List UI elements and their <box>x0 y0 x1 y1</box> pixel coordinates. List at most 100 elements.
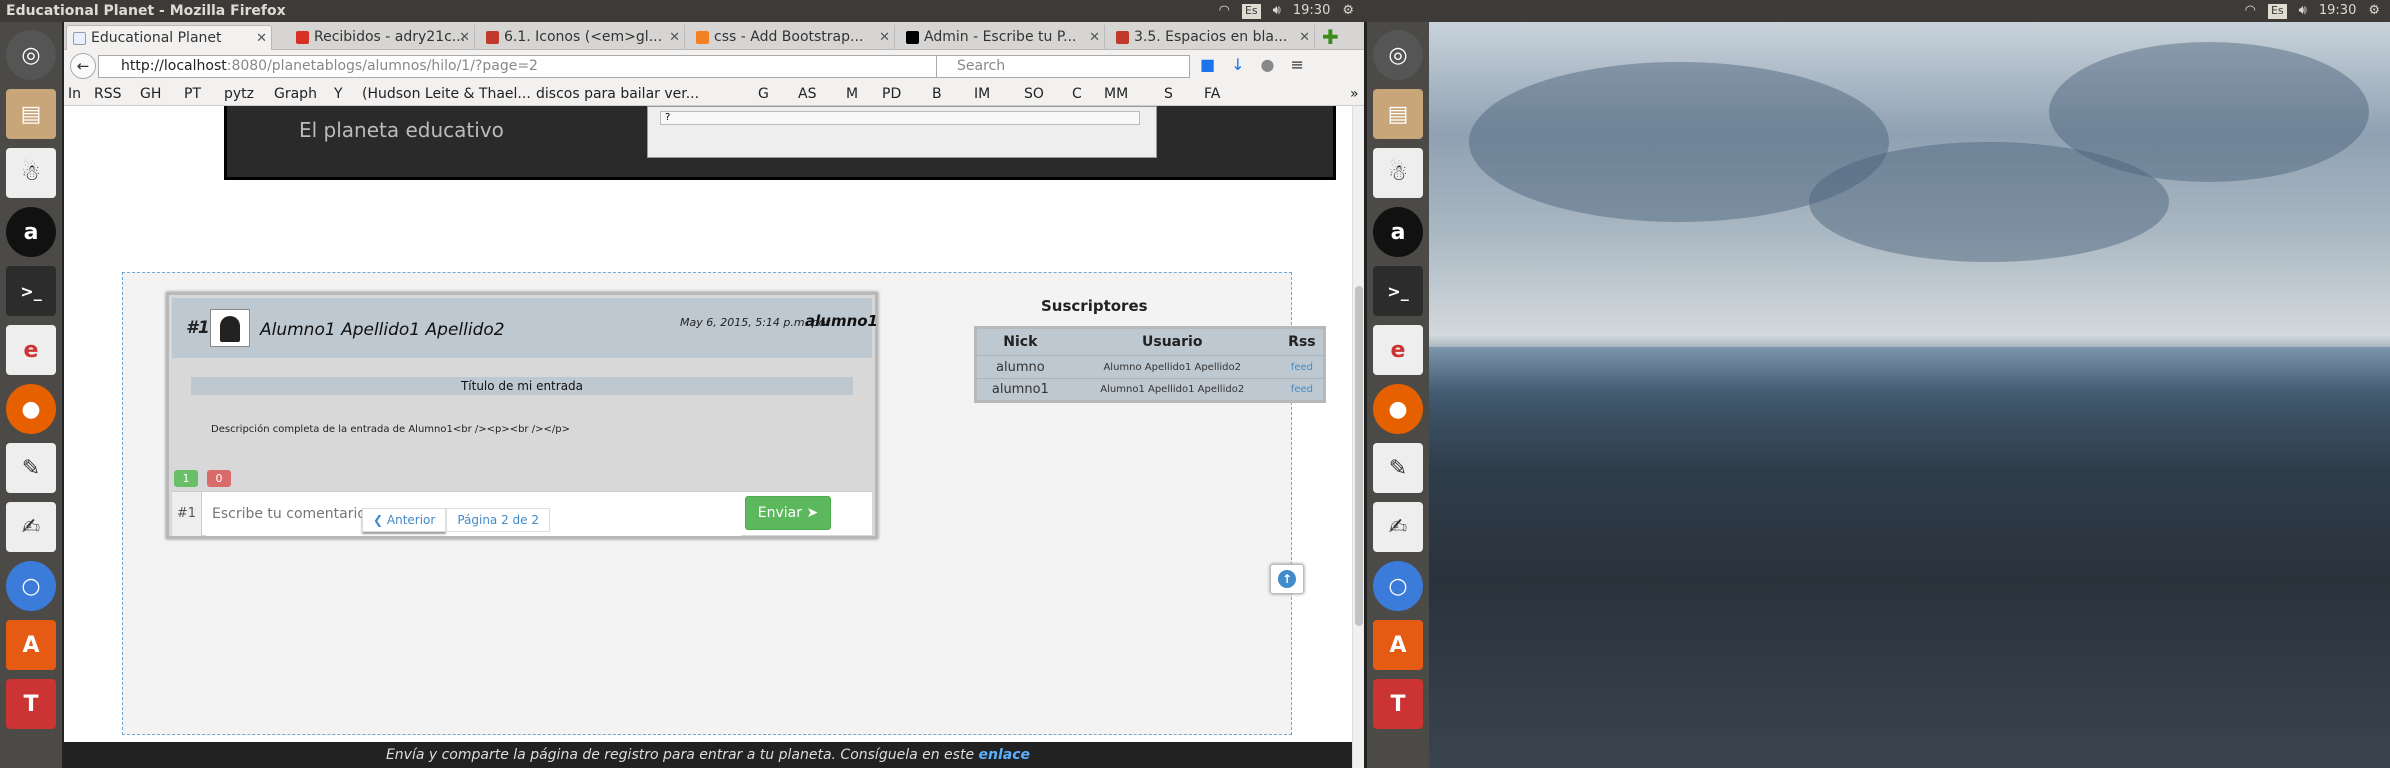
volume-icon[interactable]: 🔊︎ <box>1273 0 1281 22</box>
notes-icon[interactable]: ✍ <box>1373 502 1423 552</box>
ubuntu-dash-icon[interactable]: ◎ <box>6 30 56 80</box>
firefox-icon[interactable]: ● <box>1373 384 1423 434</box>
wifi-icon[interactable]: ◠ <box>1219 0 1230 22</box>
software-center-icon[interactable]: A <box>6 620 56 670</box>
bookmark-item[interactable]: FA <box>1204 82 1220 106</box>
back-arrow-icon[interactable]: ← <box>70 53 96 79</box>
unity-launcher: ◎ ▤ ☃ a >_ e ● ✎ ✍ ○ A T <box>0 22 62 768</box>
clock[interactable]: 19:30 <box>1293 0 1330 22</box>
like-badge[interactable]: 1 <box>174 470 198 487</box>
clock[interactable]: 19:30 <box>2319 0 2356 22</box>
bookmark-item[interactable]: G <box>758 82 769 106</box>
page-footer: Envía y comparte la página de registro p… <box>64 742 1352 768</box>
previous-page-button[interactable]: ❮ Anterior <box>362 508 447 532</box>
files-icon[interactable]: ▤ <box>6 89 56 139</box>
addon-icon[interactable]: ● <box>1261 55 1275 74</box>
keyboard-layout-indicator[interactable]: Es <box>1241 3 1261 19</box>
close-tab-icon[interactable]: ✕ <box>1089 25 1100 50</box>
footer-link[interactable]: enlace <box>979 747 1031 763</box>
subscribers-title: Suscriptores <box>1041 297 1148 315</box>
text-editor-icon[interactable]: ✎ <box>1373 443 1423 493</box>
usuario-cell: Alumno1 Apellido1 Apellido2 <box>1063 378 1281 402</box>
bookmark-item[interactable]: Y <box>334 82 343 106</box>
entry-title: Título de mi entrada <box>191 377 853 395</box>
bookmark-item[interactable]: C <box>1072 82 1082 106</box>
person-app-icon[interactable]: ☃ <box>1373 148 1423 198</box>
editor-e-icon[interactable]: e <box>6 325 56 375</box>
bookmark-item[interactable]: M <box>846 82 858 106</box>
close-tab-icon[interactable]: ✕ <box>1299 25 1310 50</box>
vertical-scrollbar[interactable] <box>1352 106 1364 768</box>
more-bookmarks-chevron-icon[interactable]: » <box>1350 82 1359 106</box>
tab-espacios[interactable]: 3.5. Espacios en bla... ✕ <box>1110 25 1315 50</box>
post-author-user[interactable]: alumno1 <box>805 312 878 330</box>
bookmark-item[interactable]: In <box>68 82 81 106</box>
notes-icon[interactable]: ✍ <box>6 502 56 552</box>
dislike-badge[interactable]: 0 <box>207 470 231 487</box>
firefox-icon[interactable]: ● <box>6 384 56 434</box>
send-comment-button[interactable]: Enviar ➤ <box>745 496 831 530</box>
nick-cell: alumno <box>975 355 1064 379</box>
tab-stackoverflow[interactable]: css - Add Bootstrap... ✕ <box>690 25 895 50</box>
comment-prefix: #1 <box>172 492 202 536</box>
bookmark-item[interactable]: pytz <box>224 82 254 106</box>
editor-e-icon[interactable]: e <box>1373 325 1423 375</box>
menu-hamburger-icon[interactable]: ≡ <box>1291 55 1304 74</box>
files-icon[interactable]: ▤ <box>1373 89 1423 139</box>
bookmark-item[interactable]: B <box>932 82 942 106</box>
tab-admin[interactable]: Admin - Escribe tu P... ✕ <box>900 25 1105 50</box>
person-app-icon[interactable]: ☃ <box>6 148 56 198</box>
column-header: Nick <box>1003 334 1038 350</box>
close-tab-icon[interactable]: ✕ <box>256 26 267 50</box>
bookmark-item[interactable]: discos para bailar ver... <box>536 82 699 106</box>
close-tab-icon[interactable]: ✕ <box>459 25 470 50</box>
table-row: alumno Alumno Apellido1 Apellido2 feed <box>975 355 1325 379</box>
close-tab-icon[interactable]: ✕ <box>879 25 890 50</box>
keyboard-layout-indicator[interactable]: Es <box>2267 3 2287 19</box>
tab-iconos[interactable]: 6.1. Iconos (<em>gl... ✕ <box>480 25 685 50</box>
settings-gear-icon[interactable]: ⚙ <box>1342 0 1354 22</box>
download-arrow-icon[interactable]: ↓ <box>1231 55 1244 74</box>
tex-icon[interactable]: T <box>1373 679 1423 729</box>
volume-icon[interactable]: 🔊︎ <box>2299 0 2307 22</box>
page-icon <box>1116 31 1129 44</box>
bookmark-item[interactable]: AS <box>798 82 816 106</box>
scrollbar-thumb[interactable] <box>1355 286 1363 626</box>
chromium-icon[interactable]: ○ <box>1373 561 1423 611</box>
bookmark-item[interactable]: PT <box>184 82 201 106</box>
ubuntu-dash-icon[interactable]: ◎ <box>1373 30 1423 80</box>
chromium-icon[interactable]: ○ <box>6 561 56 611</box>
terminal-icon[interactable]: >_ <box>1373 266 1423 316</box>
header-select[interactable]: ? <box>660 111 1140 125</box>
bookmark-item[interactable]: MM <box>1104 82 1128 106</box>
scroll-to-top-button[interactable]: ↑ <box>1270 564 1304 594</box>
bookmark-item[interactable]: GH <box>140 82 161 106</box>
amazon-icon[interactable]: a <box>6 207 56 257</box>
bookmark-item[interactable]: SO <box>1024 82 1044 106</box>
software-center-icon[interactable]: A <box>1373 620 1423 670</box>
nick-cell: alumno1 <box>975 378 1064 402</box>
terminal-icon[interactable]: >_ <box>6 266 56 316</box>
tex-icon[interactable]: T <box>6 679 56 729</box>
tab-gmail[interactable]: Recibidos - adry21c... ✕ <box>290 25 475 50</box>
text-editor-icon[interactable]: ✎ <box>6 443 56 493</box>
bookmarks-toolbar: In RSS GH PT pytz Graph Y (Hudson Leite … <box>64 82 1364 106</box>
bookmark-item[interactable]: RSS <box>94 82 122 106</box>
bookmark-item[interactable]: IM <box>974 82 990 106</box>
bookmark-star-icon[interactable]: ■ <box>1200 55 1215 74</box>
search-input[interactable]: Search <box>936 55 1190 78</box>
settings-gear-icon[interactable]: ⚙ <box>2368 0 2380 22</box>
wifi-icon[interactable]: ◠ <box>2245 0 2256 22</box>
close-tab-icon[interactable]: ✕ <box>669 25 680 50</box>
bookmark-item[interactable]: PD <box>882 82 901 106</box>
url-bar[interactable]: http://localhost:8080/planetablogs/alumn… <box>98 55 950 78</box>
tab-educational-planet[interactable]: Educational Planet ✕ <box>66 25 272 50</box>
navigation-toolbar: ← http://localhost:8080/planetablogs/alu… <box>64 50 1364 82</box>
rss-feed-link[interactable]: feed <box>1280 378 1325 402</box>
amazon-icon[interactable]: a <box>1373 207 1423 257</box>
bookmark-item[interactable]: Graph <box>274 82 317 106</box>
bookmark-item[interactable]: (Hudson Leite & Thael... <box>362 82 531 106</box>
bookmark-item[interactable]: S <box>1164 82 1173 106</box>
new-tab-plus-icon[interactable]: ✚ <box>1322 25 1339 49</box>
rss-feed-link[interactable]: feed <box>1280 355 1325 379</box>
